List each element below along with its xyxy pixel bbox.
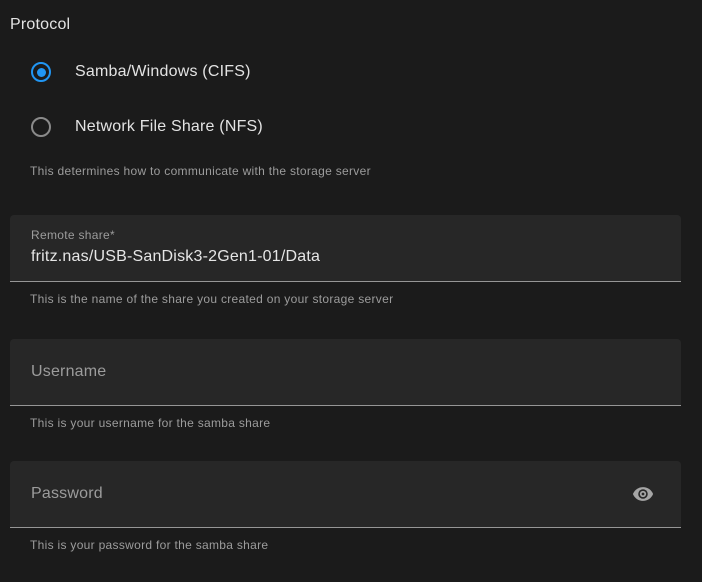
username-field[interactable] bbox=[10, 339, 681, 406]
password-visibility-toggle-button[interactable] bbox=[631, 482, 655, 506]
password-field[interactable] bbox=[10, 461, 681, 528]
radio-option-label: Samba/Windows (CIFS) bbox=[75, 62, 251, 82]
password-input[interactable] bbox=[31, 482, 625, 506]
remote-share-field[interactable]: Remote share* bbox=[10, 215, 681, 282]
remote-share-label: Remote share* bbox=[31, 227, 625, 243]
radio-option-nfs[interactable]: Network File Share (NFS) bbox=[31, 117, 263, 137]
remote-share-helper-text: This is the name of the share you create… bbox=[30, 292, 672, 306]
username-input[interactable] bbox=[31, 360, 625, 384]
radio-button-icon bbox=[31, 117, 51, 137]
storage-config-form: Protocol Samba/Windows (CIFS) Network Fi… bbox=[0, 0, 702, 582]
radio-option-label: Network File Share (NFS) bbox=[75, 117, 263, 137]
radio-option-samba-cifs[interactable]: Samba/Windows (CIFS) bbox=[31, 62, 251, 82]
radio-button-icon bbox=[31, 62, 51, 82]
password-helper-text: This is your password for the samba shar… bbox=[30, 538, 672, 552]
eye-visibility-icon bbox=[632, 483, 654, 505]
protocol-section-label: Protocol bbox=[0, 0, 702, 34]
username-helper-text: This is your username for the samba shar… bbox=[30, 416, 672, 430]
remote-share-input[interactable] bbox=[31, 245, 625, 269]
protocol-helper-text: This determines how to communicate with … bbox=[30, 164, 672, 178]
